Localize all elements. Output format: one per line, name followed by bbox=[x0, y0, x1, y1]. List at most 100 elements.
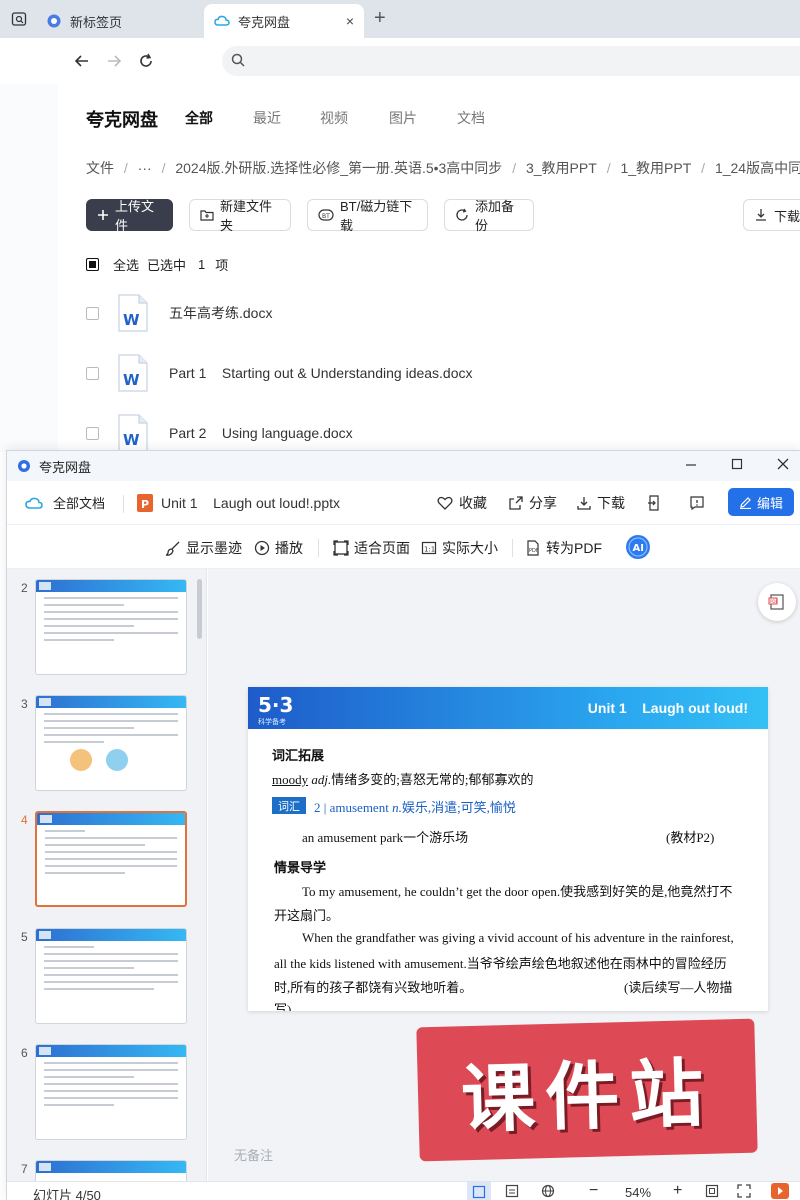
breadcrumb-item[interactable]: 文件 bbox=[86, 160, 114, 176]
share-button[interactable]: 分享 bbox=[509, 493, 557, 513]
export-icon[interactable] bbox=[647, 494, 661, 511]
breadcrumb-item[interactable]: 3_教用PPT bbox=[526, 160, 597, 176]
file-checkbox[interactable] bbox=[86, 426, 99, 440]
reload-icon[interactable] bbox=[134, 49, 158, 73]
slide-counter: 幻灯片 4/50 bbox=[33, 1188, 101, 1200]
fit-page-button[interactable]: 适合页面 bbox=[333, 538, 410, 558]
selection-row: 全选 已选中 1 项 bbox=[86, 255, 228, 274]
tab-docs[interactable]: 文档 bbox=[457, 108, 485, 128]
vocab-def: 娱乐,消遣;可笑,愉悦 bbox=[401, 800, 516, 815]
tab-recent[interactable]: 最近 bbox=[253, 108, 281, 128]
viewer-view-toolbar: 显示墨迹 播放 适合页面 1:1 实际大小 PDF 转为PDF AI bbox=[7, 525, 800, 569]
vocab-word: 2 | amusement bbox=[314, 800, 389, 815]
file-row[interactable]: W Part 1 Starting out & Understanding id… bbox=[86, 353, 800, 393]
moody-def: 情绪多变的;喜怒无常的;郁郁寡欢的 bbox=[331, 772, 534, 787]
zoom-in-button[interactable]: + bbox=[673, 1182, 682, 1200]
tab-label: 夸克网盘 bbox=[238, 14, 291, 30]
add-backup-button[interactable]: 添加备份 bbox=[444, 199, 534, 233]
select-all-checkbox[interactable] bbox=[86, 258, 99, 271]
language-globe-icon[interactable] bbox=[541, 1184, 555, 1198]
fit-page-label: 适合页面 bbox=[354, 540, 410, 556]
breadcrumb-item[interactable]: ··· bbox=[138, 160, 152, 176]
breadcrumb-item[interactable]: 1_教用PPT bbox=[620, 160, 691, 176]
address-bar[interactable] bbox=[222, 46, 800, 76]
svg-text:AI: AI bbox=[633, 543, 644, 554]
file-name: Part 1 Starting out & Understanding idea… bbox=[169, 365, 473, 381]
actual-size-button[interactable]: 1:1 实际大小 bbox=[421, 538, 498, 558]
thumbnail-scrollbar[interactable] bbox=[197, 579, 202, 639]
minimize-icon[interactable] bbox=[685, 457, 697, 474]
actual-size-label: 实际大小 bbox=[442, 540, 498, 556]
download-button[interactable]: 下载 bbox=[743, 199, 800, 231]
edit-button[interactable]: 编辑 bbox=[728, 488, 794, 516]
slide-example-source: (教材P2) bbox=[666, 830, 715, 845]
tab-video[interactable]: 视频 bbox=[320, 108, 348, 128]
current-slide: 5·3 科学备考 Unit 1 Laugh out loud! 词汇拓展 moo… bbox=[248, 687, 768, 1011]
moody-word: moody bbox=[272, 772, 309, 787]
search-icon bbox=[230, 52, 246, 73]
new-tab-button[interactable]: + bbox=[374, 7, 386, 29]
close-window-icon[interactable] bbox=[777, 457, 789, 474]
feedback-icon[interactable] bbox=[689, 495, 705, 511]
maximize-icon[interactable] bbox=[731, 457, 743, 474]
divider bbox=[123, 495, 124, 513]
upload-button[interactable]: 上传文件 bbox=[86, 199, 173, 233]
play-button[interactable]: 播放 bbox=[254, 538, 303, 558]
slide-thumbnail[interactable] bbox=[35, 579, 187, 675]
show-ink-button[interactable]: 显示墨迹 bbox=[165, 538, 242, 558]
fit-screen-icon[interactable] bbox=[705, 1184, 719, 1198]
download-icon bbox=[577, 496, 591, 510]
cloud-icon bbox=[214, 13, 230, 29]
file-row[interactable]: W Part 2 Using language.docx bbox=[86, 413, 800, 453]
viewer-status-bar: 幻灯片 4/50 − 54% + bbox=[7, 1181, 800, 1200]
download-label: 下载 bbox=[774, 208, 800, 224]
convert-pdf-button[interactable]: PDF 转为PDF bbox=[525, 538, 602, 558]
select-all-label[interactable]: 全选 bbox=[113, 255, 139, 274]
back-icon[interactable] bbox=[70, 49, 94, 73]
slide-thumbnail[interactable] bbox=[35, 928, 187, 1024]
file-checkbox[interactable] bbox=[86, 306, 99, 320]
slide-thumbnail[interactable] bbox=[35, 1160, 187, 1181]
tab-quark-drive[interactable]: 夸克网盘 × bbox=[204, 4, 364, 38]
file-row[interactable]: W 五年高考练.docx bbox=[86, 293, 800, 333]
normal-view-icon[interactable] bbox=[467, 1182, 491, 1200]
plus-icon bbox=[97, 209, 109, 221]
file-checkbox[interactable] bbox=[86, 366, 99, 380]
all-docs-button[interactable]: 全部文档 bbox=[25, 493, 105, 512]
tab-all[interactable]: 全部 bbox=[185, 108, 213, 128]
tab-search-icon[interactable] bbox=[6, 7, 32, 31]
thumbnail-number: 7 bbox=[21, 1162, 28, 1176]
file-name: 五年高考练.docx bbox=[169, 305, 273, 321]
close-icon[interactable]: × bbox=[346, 13, 354, 29]
slide-paragraph-source: (读后续写—人物描 bbox=[624, 980, 733, 995]
svg-text:BT: BT bbox=[322, 213, 330, 220]
slide-stage: PDF 5·3 科学备考 Unit 1 Laugh out loud! 词汇拓展… bbox=[208, 569, 800, 1181]
slide-logo-subtitle: 科学备考 bbox=[258, 719, 286, 726]
download-button[interactable]: 下载 bbox=[577, 493, 625, 513]
all-docs-label: 全部文档 bbox=[53, 496, 106, 511]
ai-assistant-icon[interactable]: AI bbox=[625, 534, 651, 560]
collect-button[interactable]: 收藏 bbox=[437, 493, 487, 513]
bt-download-button[interactable]: BT BT/磁力链下载 bbox=[307, 199, 428, 233]
pencil-icon bbox=[739, 496, 752, 509]
play-icon bbox=[254, 540, 270, 556]
breadcrumb-item[interactable]: 2024版.外研版.选择性必修_第一册.英语.5•3高中同步 bbox=[175, 160, 502, 176]
forward-icon[interactable] bbox=[102, 49, 126, 73]
slide-thumbnail[interactable] bbox=[35, 695, 187, 791]
thumbnail-number-selected: 4 bbox=[21, 813, 28, 827]
tab-new-tab[interactable]: 新标签页 bbox=[36, 4, 202, 38]
slideshow-play-icon[interactable] bbox=[771, 1183, 789, 1199]
slide-paragraph: To my amusement, he couldn’t get the doo… bbox=[302, 884, 733, 899]
slide-thumbnail-selected[interactable] bbox=[35, 811, 187, 907]
slide-thumbnail-panel: 2 3 4 5 6 7 bbox=[7, 569, 207, 1181]
pdf-export-icon[interactable]: PDF bbox=[758, 583, 796, 621]
breadcrumb-separator: / bbox=[512, 160, 517, 176]
tab-image[interactable]: 图片 bbox=[389, 108, 417, 128]
breadcrumb-item[interactable]: 1_24版高中同步新 bbox=[715, 160, 800, 176]
slide-thumbnail[interactable] bbox=[35, 1044, 187, 1140]
backup-label: 添加备份 bbox=[475, 199, 515, 233]
zoom-out-button[interactable]: − bbox=[589, 1182, 598, 1200]
fullscreen-icon[interactable] bbox=[737, 1184, 751, 1198]
new-folder-button[interactable]: 新建文件夹 bbox=[189, 199, 291, 233]
grid-view-icon[interactable] bbox=[505, 1184, 519, 1198]
